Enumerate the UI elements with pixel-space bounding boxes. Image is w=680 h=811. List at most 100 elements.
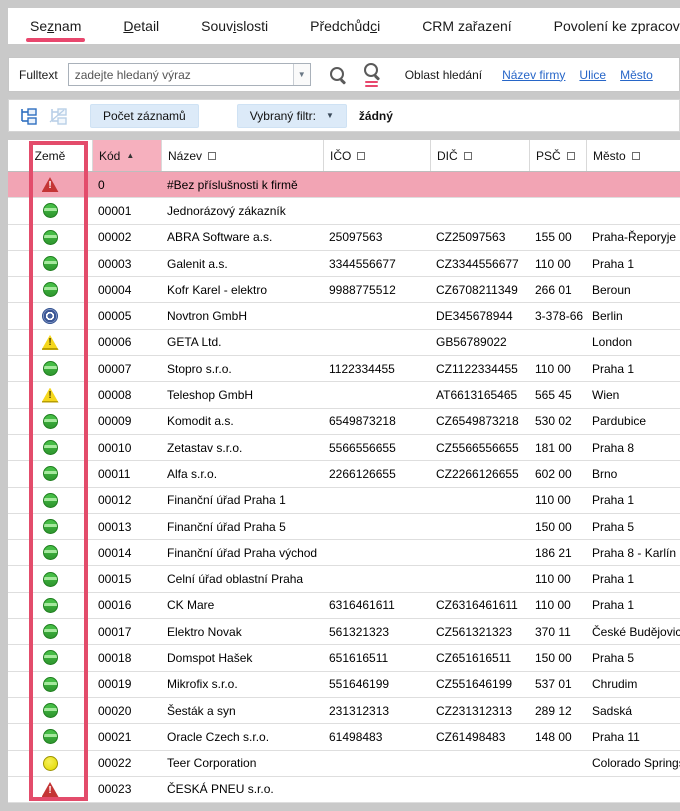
cell-code: 00013 [92, 514, 161, 539]
table-row[interactable]: 00003Galenit a.s.3344556677CZ33445566771… [8, 251, 680, 277]
selected-filter-dropdown[interactable]: Vybraný filtr: ▼ [237, 104, 347, 128]
table-row[interactable]: 00023ČESKÁ PNEU s.r.o. [8, 777, 680, 803]
cell-city [586, 777, 680, 802]
table-row[interactable]: 00007Stopro s.r.o.1122334455CZ1122334455… [8, 356, 680, 382]
tab-souvislosti[interactable]: Souvislosti [201, 8, 268, 44]
cell-psc: 150 00 [529, 645, 586, 670]
cell-psc: 3-378-66 [529, 303, 586, 328]
scope-link-název-firmy[interactable]: Název firmy [502, 68, 565, 82]
column-header-dič[interactable]: DIČ [430, 140, 529, 171]
table-row[interactable]: 00010Zetastav s.r.o.5566556655CZ55665566… [8, 435, 680, 461]
column-filter-checkbox[interactable] [208, 152, 216, 160]
cell-psc: 110 00 [529, 593, 586, 618]
table-header-row: ZeměKód▲NázevIČODIČPSČMěsto [8, 140, 680, 172]
cell-city: Praha 1 [586, 488, 680, 513]
column-header-země[interactable]: Země [8, 140, 92, 171]
table-row[interactable]: 00002ABRA Software a.s.25097563CZ2509756… [8, 225, 680, 251]
green-ball-icon [43, 677, 58, 692]
fulltext-combobox[interactable]: ▼ [68, 63, 311, 86]
column-filter-checkbox[interactable] [357, 152, 365, 160]
green-ball-icon [43, 703, 58, 718]
column-filter-checkbox[interactable] [567, 152, 575, 160]
table-row[interactable]: 00012Finanční úřad Praha 1110 00Praha 1 [8, 488, 680, 514]
fulltext-input[interactable] [69, 64, 293, 85]
tree-view-icon[interactable] [18, 107, 38, 125]
tab-crm-za-azen-[interactable]: CRM zařazení [422, 8, 511, 44]
table-row[interactable]: 0#Bez příslušnosti k firmě [8, 172, 680, 198]
status-cell [8, 303, 92, 328]
cell-name: CK Mare [161, 593, 323, 618]
cell-dic: CZ1122334455 [430, 356, 529, 381]
table-row[interactable]: 00016CK Mare6316461611CZ6316461611110 00… [8, 593, 680, 619]
table-row[interactable]: 00021Oracle Czech s.r.o.61498483CZ614984… [8, 724, 680, 750]
table-row[interactable]: 00005Novtron GmbHDE3456789443-378-66Berl… [8, 303, 680, 329]
cell-name: Finanční úřad Praha 5 [161, 514, 323, 539]
fulltext-search-icon[interactable] [363, 62, 381, 87]
status-cell [8, 435, 92, 460]
cell-dic: CZ561321323 [430, 619, 529, 644]
table-row[interactable]: 00014Finanční úřad Praha východ186 21Pra… [8, 540, 680, 566]
cell-dic [430, 566, 529, 591]
table-row[interactable]: 00006GETA Ltd.GB56789022London [8, 330, 680, 356]
cell-psc: 150 00 [529, 514, 586, 539]
chevron-down-icon: ▼ [326, 111, 334, 120]
cell-name: ABRA Software a.s. [161, 225, 323, 250]
cell-name: #Bez příslušnosti k firmě [161, 172, 323, 197]
tab-seznam[interactable]: Seznam [30, 8, 81, 44]
table-row[interactable]: 00018Domspot Hašek651616511CZ65161651115… [8, 645, 680, 671]
tab-bar: Seznam Detail Souvislosti Předchůdci CRM zař… [8, 8, 680, 44]
table-row[interactable]: 00013Finanční úřad Praha 5150 00Praha 5 [8, 514, 680, 540]
cell-ico: 231312313 [323, 698, 430, 723]
table-row[interactable]: 00011Alfa s.r.o.2266126655CZ226612665560… [8, 461, 680, 487]
scope-link-ulice[interactable]: Ulice [579, 68, 606, 82]
column-header-název[interactable]: Název [161, 140, 323, 171]
table-row[interactable]: 00015Celní úřad oblastní Praha110 00Prah… [8, 566, 680, 592]
cell-code: 00014 [92, 540, 161, 565]
table-row[interactable]: 00004Kofr Karel - elektro9988775512CZ670… [8, 277, 680, 303]
cell-dic: CZ551646199 [430, 672, 529, 697]
column-header-ičo[interactable]: IČO [323, 140, 430, 171]
yellow-triangle-icon [42, 335, 59, 350]
table-row[interactable]: 00019Mikrofix s.r.o.551646199CZ551646199… [8, 672, 680, 698]
column-header-kód[interactable]: Kód▲ [92, 140, 161, 171]
status-cell [8, 566, 92, 591]
tab-detail[interactable]: Detail [123, 8, 159, 44]
combo-dropdown-arrow-icon[interactable]: ▼ [293, 64, 310, 85]
tab-povolen-ke-zpracov-r[interactable]: Povolení ke zpracovár [554, 8, 680, 44]
column-header-psč[interactable]: PSČ [529, 140, 586, 171]
cell-psc: 148 00 [529, 724, 586, 749]
table-row[interactable]: 00009Komodit a.s.6549873218CZ65498732185… [8, 409, 680, 435]
cell-code: 00023 [92, 777, 161, 802]
cell-code: 00022 [92, 751, 161, 776]
table-row[interactable]: 00022Teer CorporationColorado Springs [8, 751, 680, 777]
table-row[interactable]: 00008Teleshop GmbHAT6613165465565 45Wien [8, 382, 680, 408]
column-filter-checkbox[interactable] [632, 152, 640, 160]
cell-ico: 3344556677 [323, 251, 430, 276]
search-icon[interactable] [329, 66, 347, 84]
tab-label: Seznam [30, 18, 81, 34]
table-row[interactable]: 00020Šesták a syn231312313CZ231312313289… [8, 698, 680, 724]
scope-link-město[interactable]: Město [620, 68, 653, 82]
table-row[interactable]: 00017Elektro Novak561321323CZ56132132337… [8, 619, 680, 645]
table-row[interactable]: 00001Jednorázový zákazník [8, 198, 680, 224]
cell-ico: 551646199 [323, 672, 430, 697]
selected-filter-label: Vybraný filtr: [250, 109, 316, 123]
cell-name: Zetastav s.r.o. [161, 435, 323, 460]
tab-label: Detail [123, 18, 159, 34]
cell-code: 00009 [92, 409, 161, 434]
status-cell [8, 461, 92, 486]
cell-ico: 2266126655 [323, 461, 430, 486]
tab-label: CRM zařazení [422, 18, 511, 34]
search-scope-links: Název firmy Ulice Město [502, 68, 653, 82]
cell-city: Berlin [586, 303, 680, 328]
column-header-město[interactable]: Město [586, 140, 680, 171]
cell-psc: 110 00 [529, 488, 586, 513]
tab-p-edch-dci[interactable]: Předchůdci [310, 8, 380, 44]
green-ball-icon [43, 545, 58, 560]
tab-label: Souvislosti [201, 18, 268, 34]
cell-city: Chrudim [586, 672, 680, 697]
column-filter-checkbox[interactable] [464, 152, 472, 160]
status-cell [8, 488, 92, 513]
cell-name: Finanční úřad Praha 1 [161, 488, 323, 513]
record-count-button[interactable]: Počet záznamů [90, 104, 199, 128]
